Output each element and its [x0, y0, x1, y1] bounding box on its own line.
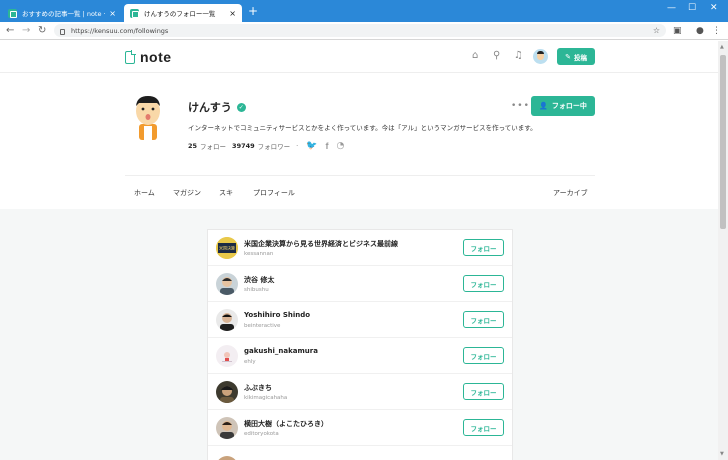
follow-button[interactable]: フォロー	[463, 419, 504, 436]
reload-icon[interactable]: ↻	[38, 25, 46, 37]
note-favicon-icon	[8, 8, 17, 18]
user-id: beinteractive	[244, 323, 281, 329]
minimize-icon[interactable]: —	[667, 3, 676, 13]
user-name[interactable]: Yoshihiro Shindo	[244, 311, 310, 319]
maximize-icon[interactable]: ☐	[688, 3, 696, 13]
url-text: https://kensuu.com/followings	[71, 26, 169, 35]
facebook-icon[interactable]: f	[325, 141, 328, 151]
follow-button[interactable]: フォロー	[463, 311, 504, 328]
browser-titlebar: おすすめの記事一覧 | note ーーつ × けんすうのフォロー一覧 × + —…	[0, 0, 728, 22]
follow-button[interactable]: フォロー	[463, 239, 504, 256]
lock-icon	[60, 28, 65, 35]
user-avatar	[216, 273, 238, 295]
user-id: kessannan	[244, 251, 274, 257]
user-avatar: 米国決算	[216, 237, 238, 259]
user-avatar	[216, 345, 238, 367]
followers-label[interactable]: フォロワー	[258, 141, 291, 151]
user-name[interactable]: 横田大樹（よこたひろき）	[244, 419, 328, 429]
user-name[interactable]: gakushi_nakamura	[244, 347, 318, 355]
user-avatar	[216, 456, 238, 460]
user-id: ehly	[244, 359, 256, 365]
browser-tab-inactive[interactable]: おすすめの記事一覧 | note ーーつ ×	[2, 4, 122, 22]
page-viewport: note ⌂ ⚲ ♫ ✎ 投稿 けんすう ✓ ••• 👤 フォロー中 インターネ…	[0, 41, 718, 460]
follow-button[interactable]: フォロー	[463, 383, 504, 400]
profile-name: けんすう ✓	[188, 99, 246, 115]
verified-check-icon: ✓	[236, 102, 246, 112]
profile-stats: 25 フォロー 39749 フォロワー · 🐦 f ◔	[188, 141, 344, 151]
list-item[interactable]: 米国決算 米国企業決算から見る世界経済とビジネス最前線 kessannan フォ…	[208, 230, 512, 266]
more-options-icon[interactable]: •••	[511, 101, 530, 111]
post-label: 投稿	[573, 53, 587, 62]
user-check-icon: 👤	[539, 102, 548, 110]
following-button-label: フォロー中	[551, 102, 587, 110]
search-icon[interactable]: ⚲	[493, 50, 500, 62]
tab-title: けんすうのフォロー一覧	[144, 10, 216, 18]
close-window-icon[interactable]: ✕	[710, 3, 718, 13]
tab-archive[interactable]: アーカイブ	[553, 188, 588, 198]
profile-icon[interactable]: ●	[696, 25, 704, 37]
followings-list: 米国決算 米国企業決算から見る世界経済とビジネス最前線 kessannan フォ…	[207, 229, 513, 460]
rss-icon[interactable]: ◔	[336, 141, 344, 151]
note-logo[interactable]: note	[125, 49, 172, 65]
profile-tabs: ホーム マガジン スキ プロフィール アーカイブ	[125, 175, 595, 209]
follow-button[interactable]: フォロー	[463, 347, 504, 364]
note-favicon-icon	[130, 8, 139, 18]
user-name[interactable]: ふぶきち	[244, 383, 272, 393]
bell-icon[interactable]: ♫	[514, 50, 523, 62]
tab-title: おすすめの記事一覧 | note ーーつ	[22, 10, 105, 18]
menu-dots-icon[interactable]: ⋮	[712, 25, 721, 37]
user-avatar[interactable]	[533, 49, 548, 64]
bookmark-star-icon[interactable]: ☆	[653, 26, 660, 35]
list-item[interactable]: gakushi_nakamura ehly フォロー	[208, 338, 512, 374]
list-item[interactable]: Yoshihiro Shindo beinteractive フォロー	[208, 302, 512, 338]
extension-icon[interactable]: ▣	[673, 25, 682, 37]
tab-close-icon[interactable]: ×	[229, 9, 236, 18]
logo-text: note	[140, 49, 172, 65]
user-avatar	[216, 381, 238, 403]
list-item[interactable]: ふぶきち kikimagicahaha フォロー	[208, 374, 512, 410]
note-logo-icon	[125, 49, 136, 64]
scroll-up-icon[interactable]: ▲	[720, 44, 724, 50]
tab-home[interactable]: ホーム	[134, 188, 155, 198]
user-avatar	[216, 309, 238, 331]
avatar-logo-text: 米国決算	[219, 245, 235, 251]
list-item[interactable]: 渋谷 修太 shibushu フォロー	[208, 266, 512, 302]
following-count[interactable]: 25	[188, 142, 197, 150]
user-name[interactable]: 米国企業決算から見る世界経済とビジネス最前線	[244, 239, 398, 249]
forward-icon[interactable]: →	[22, 25, 30, 37]
site-header: note ⌂ ⚲ ♫ ✎ 投稿	[0, 41, 718, 73]
address-bar[interactable]: https://kensuu.com/followings ☆	[54, 24, 666, 37]
scrollbar-thumb[interactable]	[720, 55, 726, 229]
followers-count[interactable]: 39749	[232, 142, 255, 150]
following-label[interactable]: フォロー	[200, 141, 226, 151]
tab-likes[interactable]: スキ	[219, 188, 233, 198]
follow-button[interactable]: フォロー	[463, 275, 504, 292]
browser-tab-active[interactable]: けんすうのフォロー一覧 ×	[124, 4, 242, 22]
profile-name-text: けんすう	[188, 101, 232, 114]
user-id: shibushu	[244, 287, 269, 293]
post-button[interactable]: ✎ 投稿	[557, 48, 595, 65]
user-avatar	[216, 417, 238, 439]
twitter-icon[interactable]: 🐦	[306, 141, 317, 151]
user-id: editoryokota	[244, 431, 279, 437]
scroll-down-icon[interactable]: ▼	[720, 451, 724, 457]
page-scrollbar[interactable]: ▲ ▼	[718, 41, 728, 460]
list-item-partial[interactable]	[208, 446, 512, 460]
home-icon[interactable]: ⌂	[472, 50, 478, 62]
user-name[interactable]: 渋谷 修太	[244, 275, 274, 285]
back-icon[interactable]: ←	[6, 25, 14, 37]
pencil-icon: ✎	[565, 52, 571, 61]
browser-toolbar: ← → ↻ https://kensuu.com/followings ☆ ▣ …	[0, 22, 728, 40]
tab-close-icon[interactable]: ×	[109, 9, 116, 18]
list-item[interactable]: 横田大樹（よこたひろき） editoryokota フォロー	[208, 410, 512, 446]
tab-magazine[interactable]: マガジン	[173, 188, 201, 198]
profile-avatar	[136, 96, 160, 140]
user-id: kikimagicahaha	[244, 395, 288, 401]
new-tab-button[interactable]: +	[248, 5, 258, 17]
stats-separator: ·	[296, 142, 299, 150]
following-button[interactable]: 👤 フォロー中	[531, 96, 595, 116]
profile-bio: インターネットでコミュニティサービスとかをよく作っています。今は「アル」というマ…	[188, 124, 537, 132]
tab-profile[interactable]: プロフィール	[253, 188, 295, 198]
